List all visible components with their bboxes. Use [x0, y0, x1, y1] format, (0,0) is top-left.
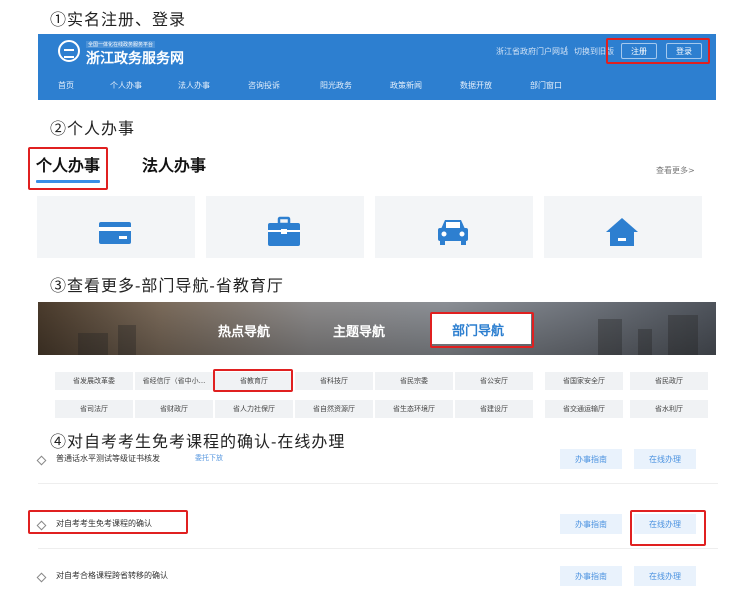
service-row: 普通话水平测试等级证书核发 委托下放 办事指南 在线办理	[36, 443, 718, 484]
diamond-icon	[36, 572, 47, 583]
service-row: 对自考合格课程跨省转移的确认 办事指南 在线办理	[36, 560, 718, 600]
dept-button[interactable]: 省生态环境厅	[375, 400, 453, 418]
highlight-register-login	[606, 38, 710, 64]
dept-button[interactable]: 省公安厅	[455, 372, 533, 390]
dept-button[interactable]: 省建设厅	[455, 400, 533, 418]
logo-subtitle: 全国一体化在线政务服务平台	[86, 41, 156, 48]
guide-button[interactable]: 办事指南	[560, 449, 622, 469]
service-tag: 委托下放	[195, 454, 223, 462]
dept-button[interactable]: 省水利厅	[630, 400, 708, 418]
tab-legal[interactable]: 法人办事	[142, 152, 206, 176]
highlight-personal-tab	[28, 147, 108, 190]
highlight-service-name	[28, 510, 188, 534]
main-nav: 首页 个人办事 法人办事 咨询投诉 阳光政务 政策新闻 数据开放 部门窗口	[38, 76, 716, 98]
service-card[interactable]	[375, 196, 533, 258]
site-logo-title[interactable]: 浙江政务服务网	[86, 48, 184, 68]
online-apply-button[interactable]: 在线办理	[634, 449, 696, 469]
highlight-online-apply	[630, 510, 706, 546]
nav-legal[interactable]: 法人办事	[178, 80, 210, 91]
see-more-link[interactable]: 查看更多>	[656, 165, 695, 176]
dept-button[interactable]: 省财政厅	[135, 400, 213, 418]
highlight-department-nav	[430, 312, 534, 348]
nav-personal[interactable]: 个人办事	[110, 80, 142, 91]
service-card[interactable]	[544, 196, 702, 258]
tab-topic-nav[interactable]: 主题导航	[333, 321, 385, 340]
diamond-icon	[36, 455, 47, 466]
nav-department[interactable]: 部门窗口	[530, 80, 562, 91]
dept-button[interactable]: 省民宗委	[375, 372, 453, 390]
service-name[interactable]: 普通话水平测试等级证书核发	[56, 453, 160, 464]
house-icon	[604, 216, 640, 248]
service-card[interactable]	[206, 196, 364, 258]
nav-data[interactable]: 数据开放	[460, 80, 492, 91]
car-icon	[435, 216, 471, 248]
divider	[566, 46, 567, 55]
service-card[interactable]	[37, 196, 195, 258]
dept-button[interactable]: 省交通运输厅	[545, 400, 623, 418]
online-apply-button[interactable]: 在线办理	[634, 566, 696, 586]
portal-link[interactable]: 浙江省政府门户网站	[496, 46, 568, 57]
logo-icon	[58, 40, 80, 62]
guide-button[interactable]: 办事指南	[560, 566, 622, 586]
dept-button[interactable]: 省司法厅	[55, 400, 133, 418]
dept-button[interactable]: 省科技厅	[295, 372, 373, 390]
nav-home[interactable]: 首页	[58, 80, 74, 91]
briefcase-icon	[266, 216, 302, 248]
nav-news[interactable]: 政策新闻	[390, 80, 422, 91]
dept-button[interactable]: 省人力社保厅	[215, 400, 293, 418]
highlight-education-dept	[213, 369, 293, 392]
service-name[interactable]: 对自考合格课程跨省转移的确认	[56, 570, 168, 581]
guide-button[interactable]: 办事指南	[560, 514, 622, 534]
nav-sunshine[interactable]: 阳光政务	[320, 80, 352, 91]
id-card-icon	[97, 216, 133, 248]
dept-button[interactable]: 省自然资源厅	[295, 400, 373, 418]
dept-button[interactable]: 省经信厅（省中小...	[135, 372, 213, 390]
dept-button[interactable]: 省民政厅	[630, 372, 708, 390]
tab-hot-nav[interactable]: 热点导航	[218, 321, 270, 340]
step-3-caption: ③查看更多-部门导航-省教育厅	[50, 276, 284, 295]
step-1-caption: ①实名注册、登录	[50, 10, 187, 29]
dept-button[interactable]: 省发展改革委	[55, 372, 133, 390]
nav-consult[interactable]: 咨询投诉	[248, 80, 280, 91]
dept-button[interactable]: 省国家安全厅	[545, 372, 623, 390]
navigation-banner: 热点导航 主题导航 部门导航	[38, 302, 716, 355]
step-2-caption: ②个人办事	[50, 119, 136, 138]
